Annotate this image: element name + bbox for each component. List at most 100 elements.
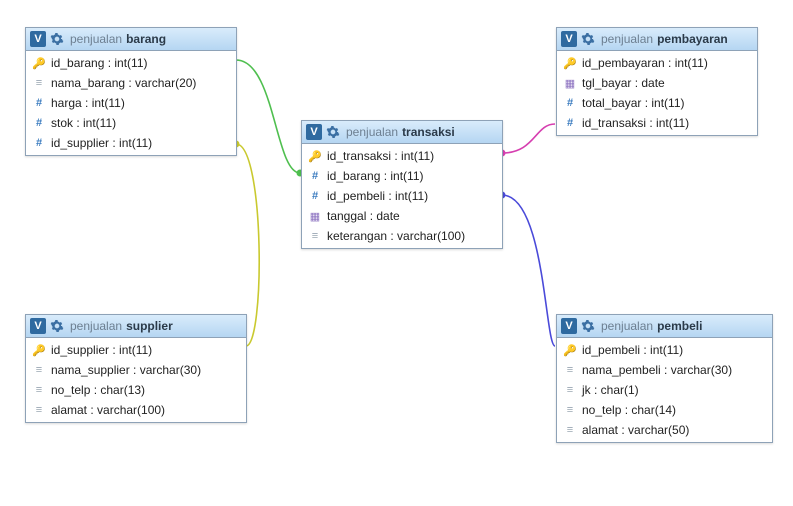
column-label: tgl_bayar : date [582,76,665,90]
view-badge-icon: V [30,318,46,334]
table-barang[interactable]: Vpenjualan barang 🔑 id_barang : int(11) ≡ nam… [25,27,237,156]
text-column-icon: ≡ [32,403,46,417]
column-label: nama_barang : varchar(20) [51,76,196,90]
table-header[interactable]: Vpenjualan pembeli [557,315,772,338]
primary-key-icon: 🔑 [32,343,46,357]
number-column-icon: # [563,116,577,130]
table-pembayaran[interactable]: Vpenjualan pembayaran 🔑 id_pembayaran : int… [556,27,758,136]
table-header[interactable]: Vpenjualan pembayaran [557,28,757,51]
number-column-icon: # [32,96,46,110]
table-name: pembeli [657,319,702,333]
column-row[interactable]: 🔑 id_transaksi : int(11) [302,146,502,166]
column-label: no_telp : char(13) [51,383,145,397]
text-column-icon: ≡ [32,363,46,377]
primary-key-icon: 🔑 [308,149,322,163]
column-row[interactable]: ≡nama_supplier : varchar(30) [26,360,246,380]
text-column-icon: ≡ [32,383,46,397]
text-column-icon: ≡ [563,363,577,377]
column-row[interactable]: ≡ no_telp : char(14) [557,400,772,420]
column-row[interactable]: ▦ tanggal : date [302,206,502,226]
column-row[interactable]: ≡ no_telp : char(13) [26,380,246,400]
primary-key-icon: 🔑 [563,343,577,357]
column-label: no_telp : char(14) [582,403,676,417]
view-badge-icon: V [30,31,46,47]
primary-key-icon: 🔑 [32,56,46,70]
table-name: barang [126,32,166,46]
column-row[interactable]: #harga : int(11) [26,93,236,113]
text-column-icon: ≡ [563,423,577,437]
column-row[interactable]: ▦ tgl_bayar : date [557,73,757,93]
text-column-icon: ≡ [563,383,577,397]
columns-list: 🔑 id_transaksi : int(11) #id_barang : int(… [302,144,502,248]
column-label: id_supplier : int(11) [51,136,152,150]
gear-icon[interactable] [50,319,64,333]
view-badge-icon: V [561,31,577,47]
column-label: id_barang : int(11) [51,56,148,70]
date-column-icon: ▦ [563,76,577,90]
column-row[interactable]: ≡alamat : varchar(50) [557,420,772,440]
text-column-icon: ≡ [32,76,46,90]
column-label: jk : char(1) [582,383,639,397]
column-row[interactable]: ≡alamat : varchar(100) [26,400,246,420]
relation-transaksi-pembayaran [502,124,555,153]
column-row[interactable]: # id_supplier : int(11) [26,133,236,153]
column-row[interactable]: ≡keterangan : varchar(100) [302,226,502,246]
column-row[interactable]: 🔑 id_supplier : int(11) [26,340,246,360]
number-column-icon: # [308,169,322,183]
column-label: keterangan : varchar(100) [327,229,465,243]
db-name: penjualan [601,319,653,333]
column-row[interactable]: #id_barang : int(11) [302,166,502,186]
view-badge-icon: V [561,318,577,334]
column-label: id_pembayaran : int(11) [582,56,708,70]
db-name: penjualan [346,125,398,139]
column-row[interactable]: ≡ nama_barang : varchar(20) [26,73,236,93]
column-label: id_pembeli : int(11) [327,189,428,203]
column-label: id_pembeli : int(11) [582,343,683,357]
column-label: nama_pembeli : varchar(30) [582,363,732,377]
columns-list: 🔑 id_supplier : int(11) ≡nama_supplier : v… [26,338,246,422]
column-row[interactable]: #total_bayar : int(11) [557,93,757,113]
column-row[interactable]: #stok : int(11) [26,113,236,133]
db-name: penjualan [601,32,653,46]
table-name: supplier [126,319,173,333]
primary-key-icon: 🔑 [563,56,577,70]
column-label: id_transaksi : int(11) [327,149,434,163]
text-column-icon: ≡ [563,403,577,417]
column-row[interactable]: ≡ jk : char(1) [557,380,772,400]
column-label: id_transaksi : int(11) [582,116,689,130]
column-label: id_supplier : int(11) [51,343,152,357]
column-row[interactable]: ≡ nama_pembeli : varchar(30) [557,360,772,380]
table-header[interactable]: Vpenjualan transaksi [302,121,502,144]
designer-canvas[interactable]: { "tables": { "barang": { "db": "penjual… [0,0,793,506]
column-row[interactable]: 🔑 id_barang : int(11) [26,53,236,73]
column-row[interactable]: # id_pembeli : int(11) [302,186,502,206]
date-column-icon: ▦ [308,209,322,223]
column-row[interactable]: # id_transaksi : int(11) [557,113,757,133]
table-name: transaksi [402,125,455,139]
column-row[interactable]: 🔑 id_pembeli : int(11) [557,340,772,360]
gear-icon[interactable] [581,32,595,46]
number-column-icon: # [32,136,46,150]
columns-list: 🔑 id_pembeli : int(11) ≡ nama_pembeli : var… [557,338,772,442]
number-column-icon: # [32,116,46,130]
number-column-icon: # [308,189,322,203]
columns-list: 🔑 id_pembayaran : int(11) ▦ tgl_bayar : dat… [557,51,757,135]
column-label: tanggal : date [327,209,400,223]
table-pembeli[interactable]: Vpenjualan pembeli 🔑 id_pembeli : int(11) ≡ n… [556,314,773,443]
relation-barang-transaksi [236,60,300,173]
table-supplier[interactable]: Vpenjualan supplier 🔑 id_supplier : int(11)… [25,314,247,423]
table-name: pembayaran [657,32,728,46]
relation-transaksi-pembeli [502,195,555,346]
db-name: penjualan [70,32,122,46]
table-header[interactable]: Vpenjualan supplier [26,315,246,338]
columns-list: 🔑 id_barang : int(11) ≡ nama_barang : varch… [26,51,236,155]
gear-icon[interactable] [50,32,64,46]
table-header[interactable]: Vpenjualan barang [26,28,236,51]
table-transaksi[interactable]: Vpenjualan transaksi 🔑 id_transaksi : int(1… [301,120,503,249]
view-badge-icon: V [306,124,322,140]
db-name: penjualan [70,319,122,333]
column-row[interactable]: 🔑 id_pembayaran : int(11) [557,53,757,73]
gear-icon[interactable] [581,319,595,333]
column-label: total_bayar : int(11) [582,96,685,110]
gear-icon[interactable] [326,125,340,139]
